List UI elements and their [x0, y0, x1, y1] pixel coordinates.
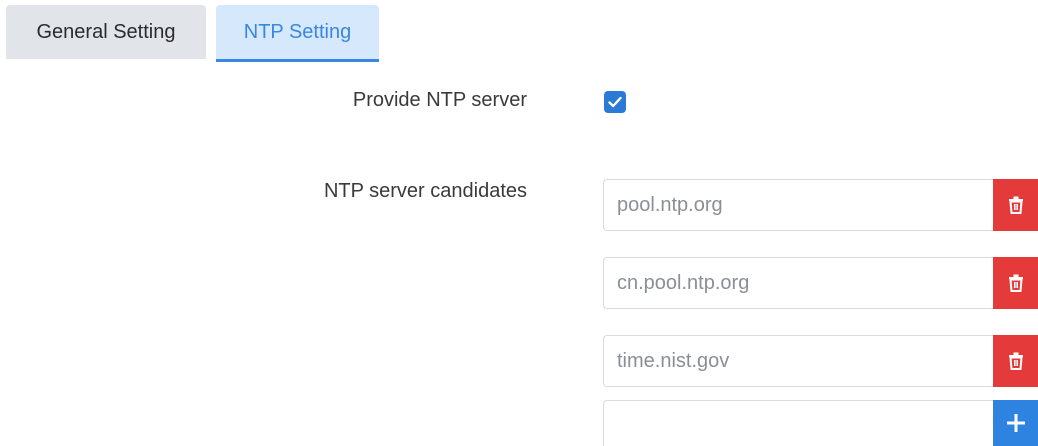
trash-icon — [1008, 196, 1023, 214]
settings-tabs: General Setting NTP Setting — [6, 5, 389, 62]
delete-server-button[interactable] — [993, 179, 1038, 231]
ntp-candidate-row — [603, 179, 1038, 231]
plus-icon — [1006, 414, 1025, 432]
tab-label: General Setting — [36, 20, 176, 43]
ntp-server-input[interactable] — [603, 179, 993, 231]
trash-icon — [1008, 352, 1023, 370]
ntp-candidate-row — [603, 257, 1038, 309]
tab-ntp-setting[interactable]: NTP Setting — [216, 5, 379, 62]
delete-server-button[interactable] — [993, 257, 1038, 309]
tab-general-setting[interactable]: General Setting — [6, 5, 206, 59]
trash-icon — [1008, 274, 1023, 292]
new-ntp-server-input[interactable] — [603, 400, 993, 446]
ntp-candidate-row — [603, 335, 1038, 387]
ntp-server-input[interactable] — [603, 335, 993, 387]
add-server-button[interactable] — [993, 400, 1038, 446]
checkmark-icon — [608, 96, 622, 108]
ntp-server-input[interactable] — [603, 257, 993, 309]
delete-server-button[interactable] — [993, 335, 1038, 387]
ntp-candidate-new-row — [603, 400, 1038, 446]
provide-ntp-label: Provide NTP server — [352, 89, 527, 111]
ntp-settings-page: General Setting NTP Setting Provide NTP … — [0, 0, 1038, 446]
ntp-candidates-label: NTP server candidates — [323, 180, 527, 202]
tab-label: NTP Setting — [243, 20, 352, 43]
provide-ntp-checkbox[interactable] — [604, 91, 626, 113]
